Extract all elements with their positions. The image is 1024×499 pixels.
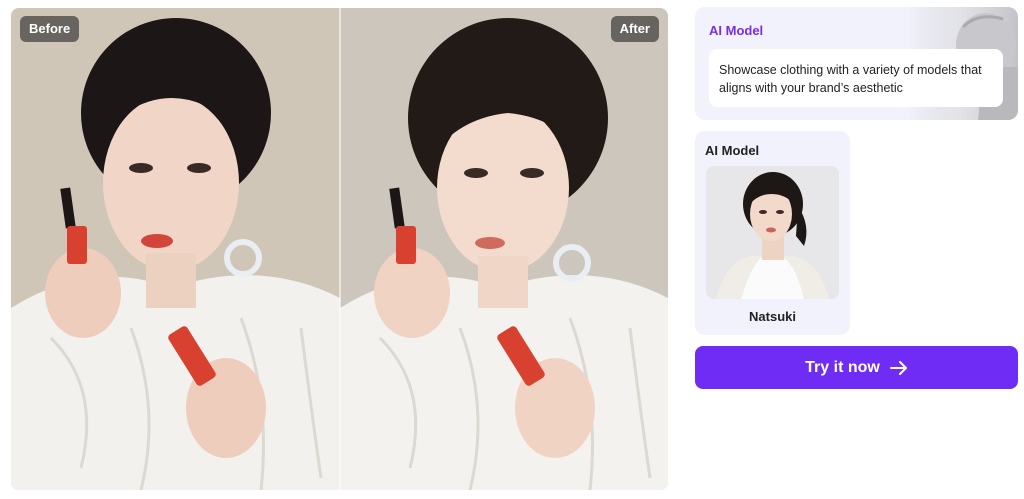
arrow-right-icon (889, 360, 908, 375)
info-card-description: Showcase clothing with a variety of mode… (709, 49, 1003, 107)
ai-model-selection-card[interactable]: AI Model Natsuki (695, 131, 850, 335)
model-thumbnail-image[interactable] (706, 166, 839, 299)
model-name: Natsuki (749, 309, 796, 324)
comparison-divider[interactable] (339, 8, 341, 490)
after-image-panel (340, 8, 668, 490)
info-card-title: AI Model (709, 23, 764, 38)
before-image-panel (11, 8, 340, 490)
before-after-comparison[interactable]: Before After (11, 8, 668, 490)
model-card-title: AI Model (705, 143, 760, 158)
before-label: Before (20, 16, 80, 42)
after-portrait-image (340, 8, 668, 490)
before-portrait-image (11, 8, 340, 490)
after-label: After (610, 16, 659, 42)
try-it-now-label: Try it now (805, 358, 880, 376)
ai-model-info-card: AI Model Showcase clothing with a variet… (695, 7, 1018, 120)
try-it-now-button[interactable]: Try it now (695, 346, 1018, 389)
